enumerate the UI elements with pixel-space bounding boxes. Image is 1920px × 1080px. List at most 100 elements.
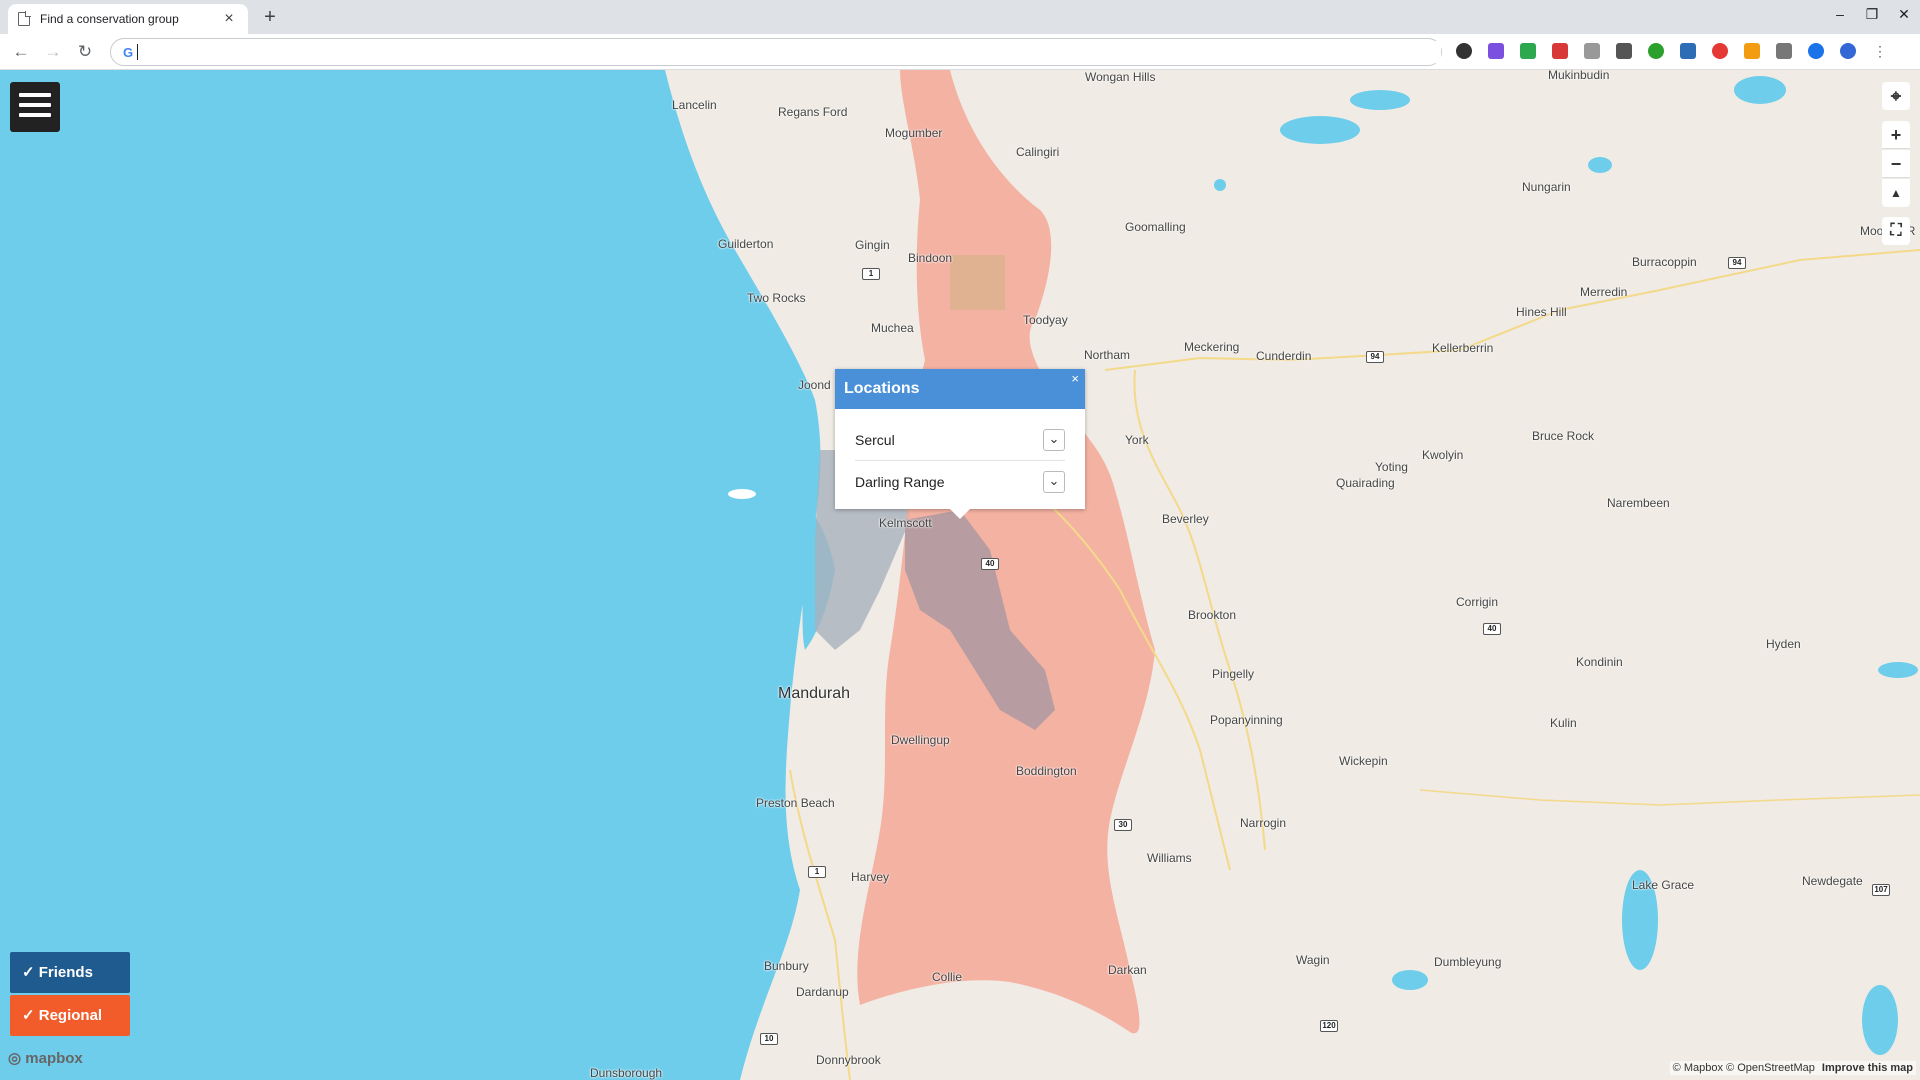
improve-map-link[interactable]: Improve this map (1822, 1062, 1913, 1074)
fullscreen-icon[interactable]: ⛶ (1882, 217, 1910, 245)
place-label: Kellerberrin (1432, 341, 1494, 355)
popup-pointer (950, 509, 970, 519)
hamburger-line (19, 113, 51, 117)
chevron-down-icon[interactable]: ⌄ (1043, 471, 1065, 493)
extension-icon[interactable] (1488, 43, 1504, 59)
new-tab-button[interactable]: + (258, 6, 282, 30)
popup-header: Locations × (835, 369, 1085, 409)
place-label: Lake Grace (1632, 878, 1695, 892)
locate-icon[interactable]: ⌖ (1882, 82, 1910, 110)
place-label: Two Rocks (747, 291, 806, 305)
extension-icon[interactable] (1520, 43, 1536, 59)
extension-icon[interactable] (1552, 43, 1568, 59)
road-shield: 94 (1728, 257, 1746, 269)
reload-icon[interactable]: ↻ (74, 41, 96, 63)
place-label: Newdegate (1802, 874, 1863, 888)
close-window-button[interactable]: ✕ (1888, 0, 1920, 28)
profile-avatar[interactable] (1840, 43, 1856, 59)
place-label: Bunbury (764, 959, 809, 973)
extension-icon[interactable] (1744, 43, 1760, 59)
place-label: Nungarin (1522, 180, 1571, 194)
menu-button[interactable] (10, 82, 60, 132)
place-label: Goomalling (1125, 220, 1186, 234)
tab-close-icon[interactable]: × (220, 10, 238, 28)
location-label: Sercul (855, 431, 895, 448)
extension-icons: ⋮ (1456, 43, 1904, 59)
address-bar[interactable]: G (110, 38, 1442, 66)
browser-toolbar: ← → ↻ G ⋮ (0, 34, 1920, 70)
place-label: Kelmscott (879, 516, 932, 530)
lake (1878, 662, 1918, 678)
extension-icon[interactable] (1808, 43, 1824, 59)
place-label: Dunsborough (590, 1066, 663, 1080)
place-label: Narrogin (1240, 816, 1287, 830)
place-label: Northam (1084, 348, 1131, 362)
extension-icon[interactable] (1776, 43, 1792, 59)
road-shield: 10 (760, 1033, 778, 1045)
popup-body: Sercul ⌄ Darling Range ⌄ (835, 409, 1085, 509)
road-shield: 1 (808, 866, 826, 878)
location-label: Darling Range (855, 474, 945, 490)
place-label: Collie (932, 970, 963, 984)
lake (1734, 76, 1786, 104)
map-canvas[interactable]: Wongan Hills Mukinbudin Lancelin Regans … (0, 70, 1920, 1080)
lake (1280, 116, 1360, 144)
road-shield: 40 (1483, 623, 1501, 635)
place-label: Brookton (1188, 608, 1237, 622)
tab-strip: Find a conservation group × + – ❐ ✕ (0, 0, 1920, 34)
regional-filter-button[interactable]: ✓ Regional (10, 995, 130, 1036)
chevron-down-icon[interactable]: ⌄ (1043, 428, 1065, 451)
regional-area (857, 70, 1155, 1034)
island (728, 489, 756, 499)
page-icon (18, 11, 31, 26)
extension-icon[interactable] (1456, 43, 1472, 59)
extension-icon[interactable] (1616, 43, 1632, 59)
friends-filter-button[interactable]: ✓ Friends (10, 952, 130, 993)
place-label: Wongan Hills (1085, 70, 1156, 84)
place-label: Guilderton (718, 237, 774, 251)
attribution-osm-link[interactable]: © OpenStreetMap (1726, 1062, 1815, 1074)
place-label: Dardanup (796, 985, 849, 999)
attribution-mapbox-link[interactable]: © Mapbox (1673, 1062, 1723, 1074)
extension-icon[interactable] (1584, 43, 1600, 59)
extension-icon[interactable] (1680, 43, 1696, 59)
restore-button[interactable]: ❐ (1856, 0, 1888, 28)
lake (1588, 157, 1612, 173)
place-label: Wagin (1296, 953, 1330, 967)
mapbox-circle-icon: ◎ (8, 1050, 22, 1067)
place-label: Muchea (871, 321, 914, 335)
place-label: Joond (798, 378, 831, 392)
mapbox-logo[interactable]: ◎ mapbox (8, 1049, 83, 1067)
forward-icon[interactable]: → (42, 41, 64, 63)
reserve-area (950, 255, 1005, 310)
lake (1862, 985, 1898, 1055)
compass-icon[interactable]: ▲ (1882, 179, 1910, 207)
minimize-button[interactable]: – (1824, 0, 1856, 28)
road-shield: 120 (1320, 1020, 1338, 1032)
browser-tab[interactable]: Find a conservation group × (8, 4, 248, 34)
place-label: Williams (1147, 851, 1192, 865)
place-label: York (1125, 433, 1149, 447)
back-icon[interactable]: ← (10, 41, 32, 63)
place-label: Hines Hill (1516, 305, 1567, 319)
place-label: Beverley (1162, 512, 1209, 526)
zoom-in-icon[interactable]: + (1882, 121, 1910, 149)
place-label: Calingiri (1016, 145, 1060, 159)
map-base-layer (0, 70, 1920, 1080)
zoom-out-icon[interactable]: − (1882, 150, 1910, 178)
place-label: Narembeen (1607, 496, 1670, 510)
close-icon[interactable]: × (1071, 371, 1079, 386)
extension-icon[interactable] (1712, 43, 1728, 59)
google-icon: G (123, 44, 134, 60)
ocean (0, 70, 821, 1080)
place-label: Donnybrook (816, 1053, 881, 1067)
place-label: Gingin (855, 238, 890, 252)
extension-icon[interactable] (1648, 43, 1664, 59)
location-item[interactable]: Darling Range ⌄ (855, 461, 1065, 503)
map-attribution: © Mapbox © OpenStreetMap Improve this ma… (1669, 1061, 1916, 1075)
menu-icon[interactable]: ⋮ (1872, 43, 1888, 59)
location-item[interactable]: Sercul ⌄ (855, 419, 1065, 461)
url-input[interactable] (144, 41, 1441, 63)
popup-title: Locations (844, 380, 920, 397)
place-label: Quairading (1336, 476, 1395, 490)
